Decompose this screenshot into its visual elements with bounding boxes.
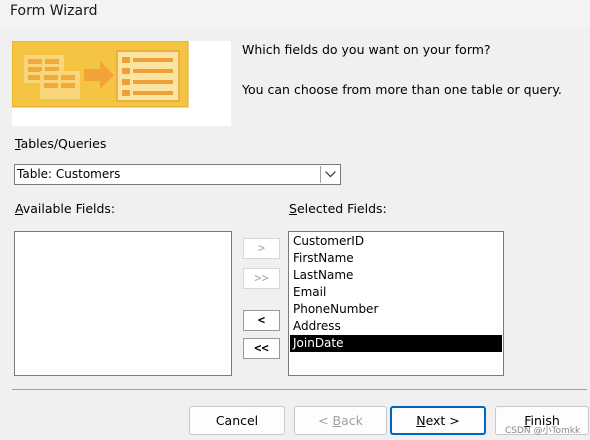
tables-queries-dropdown[interactable]: Table: Customers [14,164,341,185]
list-item[interactable]: Email [290,284,502,301]
chevron-down-icon[interactable] [320,166,339,183]
back-button-prefix: < [318,413,333,428]
intro-hint: You can choose from more than one table … [242,82,562,97]
tables-queries-label: Tables/Queries [15,136,106,151]
back-button-text: ack [341,413,363,428]
next-button-accel: N [416,413,426,428]
watermark: CSDN @小Tomkk [505,426,581,436]
remove-field-button[interactable]: < [243,310,280,331]
available-fields-label: Available Fields: [15,201,115,216]
wizard-illustration [12,41,231,126]
back-button[interactable]: < Back [294,406,387,435]
add-all-fields-button[interactable]: >> [243,268,280,289]
divider [12,389,587,390]
next-button[interactable]: Next > [390,406,486,435]
available-fields-label-accel: A [15,201,23,216]
next-button-text: ext > [425,413,460,428]
add-field-button[interactable]: > [243,238,280,259]
intro-question: Which fields do you want on your form? [242,42,491,57]
list-item[interactable]: LastName [290,267,502,284]
list-item[interactable]: Address [290,318,502,335]
list-item-selected[interactable]: JoinDate [290,335,502,352]
tables-queries-value: Table: Customers [17,167,121,181]
selected-fields-label-text: elected Fields: [296,201,387,216]
list-item[interactable]: FirstName [290,250,502,267]
available-fields-list[interactable] [14,231,232,376]
title-bar: Form Wizard [0,0,590,28]
tables-queries-label-text: ables/Queries [20,136,107,151]
back-button-accel: B [332,413,342,428]
selected-fields-label-accel: S [289,201,297,216]
remove-all-fields-button[interactable]: << [243,338,280,359]
cancel-button[interactable]: Cancel [189,406,285,435]
available-fields-label-text: vailable Fields: [22,201,116,216]
list-item[interactable]: PhoneNumber [290,301,502,318]
selected-fields-label: Selected Fields: [289,201,387,216]
window-title: Form Wizard [10,3,98,19]
selected-fields-list[interactable]: CustomerID FirstName LastName Email Phon… [288,231,504,376]
list-item[interactable]: CustomerID [290,233,502,250]
